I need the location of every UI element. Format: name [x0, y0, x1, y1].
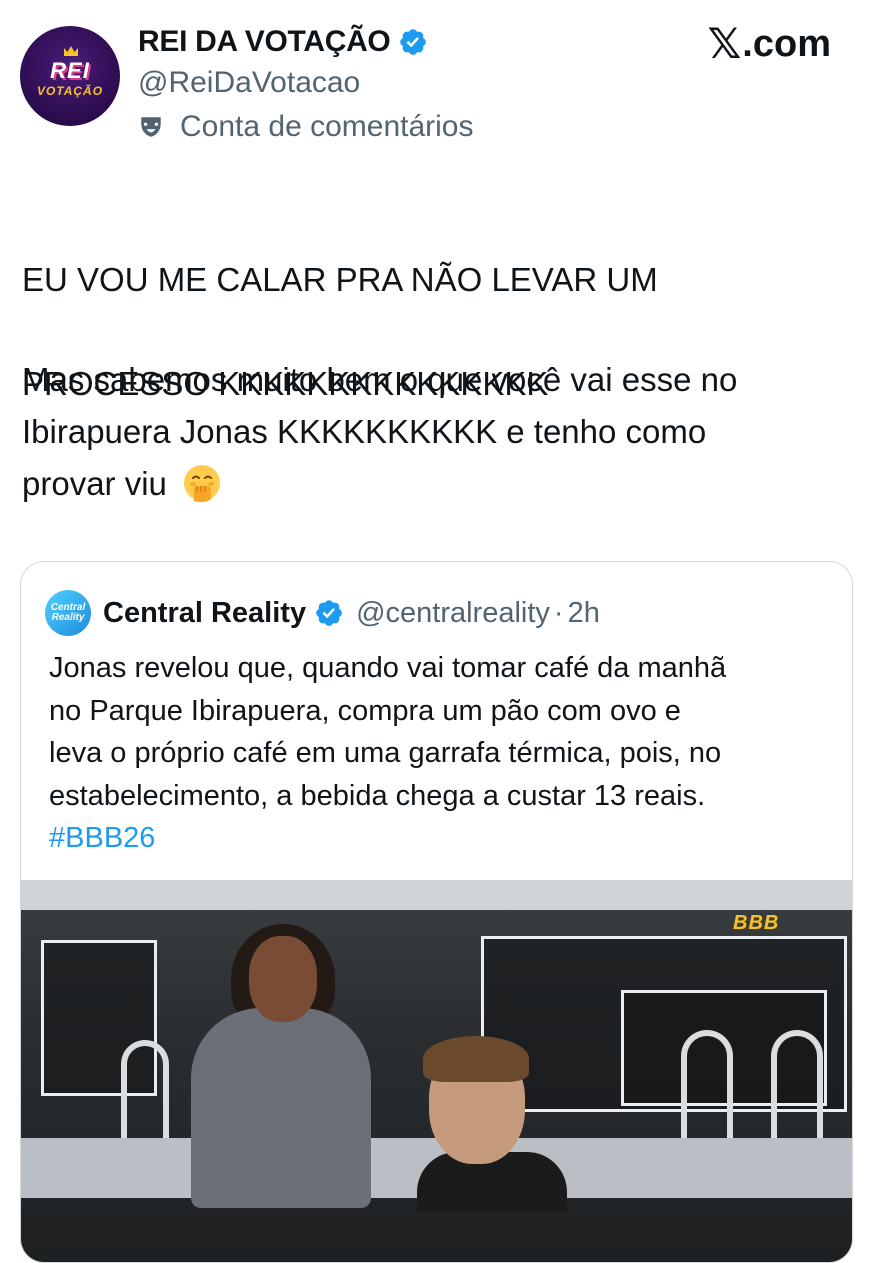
- post-line: Ibirapuera Jonas KKKKKKKKKK e tenho como: [22, 413, 707, 450]
- quoted-author-avatar[interactable]: Central Reality: [45, 590, 91, 636]
- person-body: [191, 1008, 371, 1208]
- theater-masks-icon: [141, 117, 161, 137]
- site-logo: 𝕏 .com: [707, 20, 831, 68]
- quoted-author-handle[interactable]: @centralreality: [356, 597, 550, 630]
- post-text-paragraph-2: Mas sabemos muito bem o que você vai ess…: [22, 354, 862, 510]
- account-label-text: Conta de comentários: [180, 110, 474, 143]
- quoted-post-header: Central Reality @centralreality · 2h: [103, 592, 600, 634]
- hashtag-link[interactable]: #BBB26: [49, 817, 839, 860]
- quoted-post-image[interactable]: BBB: [21, 880, 852, 1262]
- upper-cabinet: [21, 880, 852, 910]
- quoted-author-name[interactable]: Central Reality: [103, 597, 306, 630]
- avatar-logo-bottom: VOTAÇÃO: [36, 84, 104, 98]
- quoted-line: leva o próprio café em uma garrafa térmi…: [49, 737, 722, 769]
- faucet: [771, 1030, 823, 1146]
- quoted-line: no Parque Ibirapuera, compra um pão com …: [49, 694, 681, 727]
- person-face: [249, 936, 317, 1022]
- quoted-post-card[interactable]: Central Reality Central Reality @central…: [20, 561, 853, 1263]
- post-line-text: provar viu: [22, 465, 167, 502]
- crown-icon: [64, 46, 78, 56]
- post-line: Mas sabemos muito bem o que você vai ess…: [22, 361, 738, 398]
- avatar-logo-top: REI: [50, 58, 90, 83]
- quoted-line: estabelecimento, a bebida chega a custar…: [49, 779, 706, 812]
- quoted-line: Jonas revelou que, quando vai tomar café…: [49, 652, 727, 684]
- account-label: Conta de comentários: [138, 108, 474, 146]
- author-display-name[interactable]: REI DA VOTAÇÃO: [138, 22, 391, 62]
- bbb-watermark: BBB: [733, 912, 780, 934]
- x-logo-icon: 𝕏: [707, 20, 742, 67]
- post-line-last: provar viu: [22, 458, 862, 510]
- post-line: EU VOU ME CALAR PRA NÃO LEVAR UM: [22, 261, 658, 298]
- quoted-post-text: Jonas revelou que, quando vai tomar café…: [49, 647, 839, 860]
- site-domain: .com: [742, 23, 831, 65]
- verified-badge-icon: [400, 29, 427, 55]
- separator-dot: ·: [553, 596, 564, 629]
- quoted-post-time[interactable]: 2h: [568, 597, 600, 630]
- author-handle[interactable]: @ReiDaVotacao: [138, 64, 360, 102]
- verified-badge-icon: [316, 600, 342, 626]
- person-hair: [423, 1036, 529, 1082]
- hand-over-mouth-emoji-icon: [184, 465, 221, 502]
- faucet: [121, 1040, 169, 1146]
- author-name-row: REI DA VOTAÇÃO: [138, 22, 428, 62]
- faucet: [681, 1030, 733, 1146]
- author-avatar[interactable]: REI VOTAÇÃO: [20, 26, 120, 126]
